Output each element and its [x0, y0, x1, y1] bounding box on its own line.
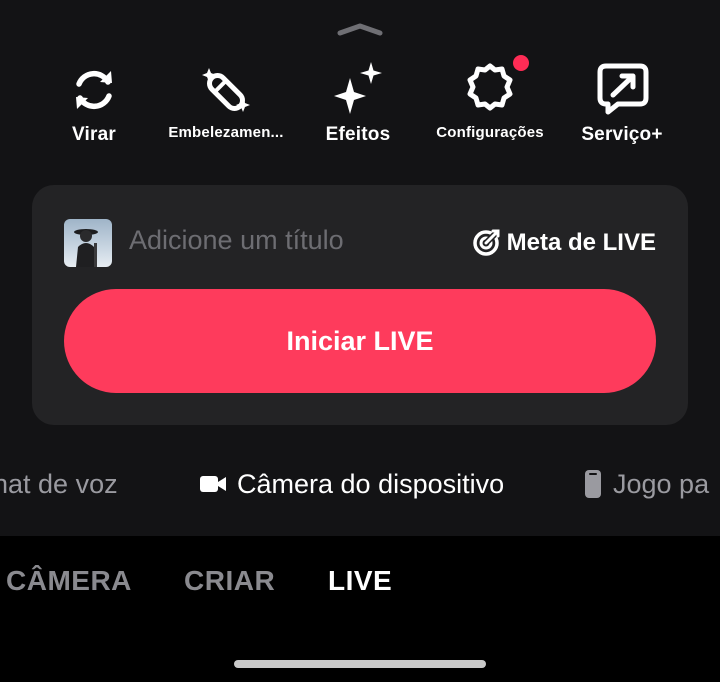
mode-voice-chat[interactable]: hat de voz — [0, 462, 118, 506]
sparkles-icon — [334, 62, 382, 114]
mode-voice-chat-label: hat de voz — [0, 468, 118, 499]
video-camera-icon — [200, 476, 226, 492]
effects-button[interactable]: Efeitos — [293, 60, 423, 152]
collapse-handle-icon[interactable] — [336, 22, 384, 36]
live-goal-button[interactable]: Meta de LIVE — [471, 227, 656, 259]
flip-camera-button[interactable]: Virar — [29, 60, 159, 152]
settings-label: Configurações — [436, 124, 544, 141]
title-input[interactable]: Adicione um título — [129, 225, 344, 256]
start-live-button[interactable]: Iniciar LIVE — [64, 289, 656, 393]
flip-camera-icon — [76, 70, 112, 110]
notification-dot — [513, 55, 529, 71]
mode-device-camera[interactable]: Câmera do dispositivo — [199, 462, 504, 506]
cover-avatar[interactable] — [64, 219, 112, 267]
share-chat-icon — [597, 63, 649, 115]
phone-icon — [585, 470, 601, 498]
live-setup-panel: Adicione um título Meta de LIVE Iniciar … — [32, 185, 688, 425]
service-plus-label: Serviço+ — [581, 124, 663, 145]
mode-mobile-game-label: Jogo pa — [613, 468, 710, 499]
beauty-button[interactable]: Embelezamen... — [161, 60, 291, 152]
mode-device-camera-label: Câmera do dispositivo — [237, 468, 505, 499]
person-silhouette-icon — [74, 229, 98, 267]
mode-mobile-game[interactable]: Jogo pa — [583, 462, 709, 506]
live-mode-selector: hat de voz Câmera do dispositivo Jogo pa — [0, 462, 720, 506]
settings-gear-icon — [467, 63, 513, 111]
tab-create[interactable]: CRIAR — [184, 565, 275, 597]
effects-label: Efeitos — [325, 124, 391, 145]
flip-camera-label: Virar — [72, 124, 116, 145]
beauty-label: Embelezamen... — [168, 124, 284, 141]
live-goal-label: Meta de LIVE — [506, 229, 656, 256]
target-icon — [472, 228, 500, 256]
home-indicator[interactable] — [234, 660, 486, 668]
beauty-wand-icon — [202, 68, 250, 112]
service-plus-button[interactable]: Serviço+ — [557, 60, 687, 152]
tab-live[interactable]: LIVE — [328, 565, 392, 597]
tab-camera[interactable]: CÂMERA — [6, 565, 132, 597]
settings-button[interactable]: Configurações — [425, 55, 555, 152]
